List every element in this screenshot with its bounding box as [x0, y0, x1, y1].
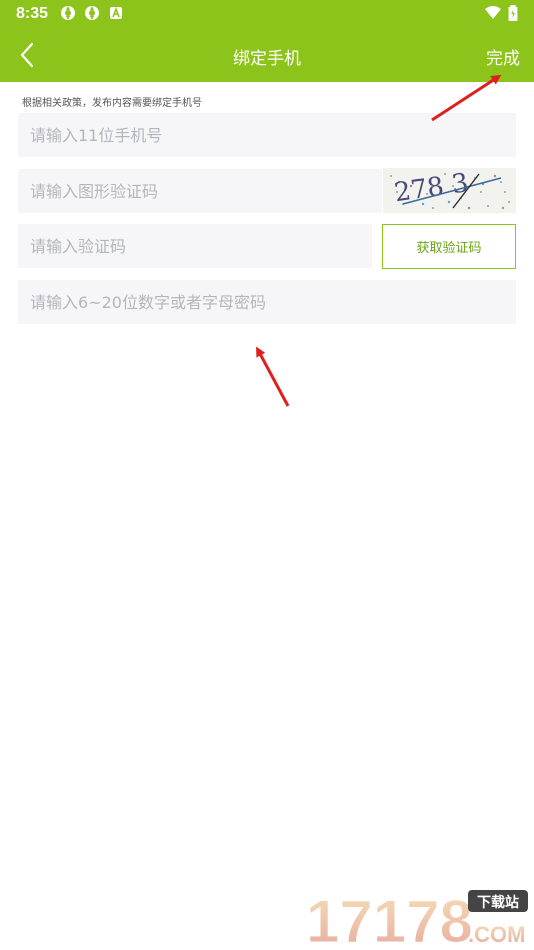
font-a-icon — [110, 6, 122, 19]
sync-icon — [85, 6, 99, 20]
password-input[interactable] — [18, 280, 516, 324]
app-bar: 绑定手机 完成 — [0, 28, 534, 82]
phone-input[interactable] — [18, 113, 516, 157]
captcha-image[interactable]: 278 3 — [383, 168, 516, 213]
arrow-to-password-icon — [256, 346, 290, 407]
sms-code-input[interactable] — [18, 224, 372, 268]
watermark-number: 17178 — [306, 888, 473, 948]
watermark-badge: 下载站 — [477, 894, 519, 911]
captcha-input[interactable] — [18, 169, 382, 213]
sync-icon — [61, 6, 75, 20]
get-code-button[interactable]: 获取验证码 — [382, 224, 516, 269]
status-time: 8:35 — [16, 5, 49, 22]
page-title: 绑定手机 — [233, 49, 301, 69]
done-button[interactable]: 完成 — [486, 44, 520, 69]
wifi-icon — [485, 6, 501, 19]
binding-hint: 根据相关政策，发布内容需要绑定手机号 — [22, 98, 202, 109]
site-watermark: 17178 下载站 .COM — [306, 888, 528, 948]
battery-icon — [508, 5, 518, 21]
status-bar: 8:35 — [0, 0, 534, 28]
watermark-domain: .COM — [468, 922, 525, 947]
